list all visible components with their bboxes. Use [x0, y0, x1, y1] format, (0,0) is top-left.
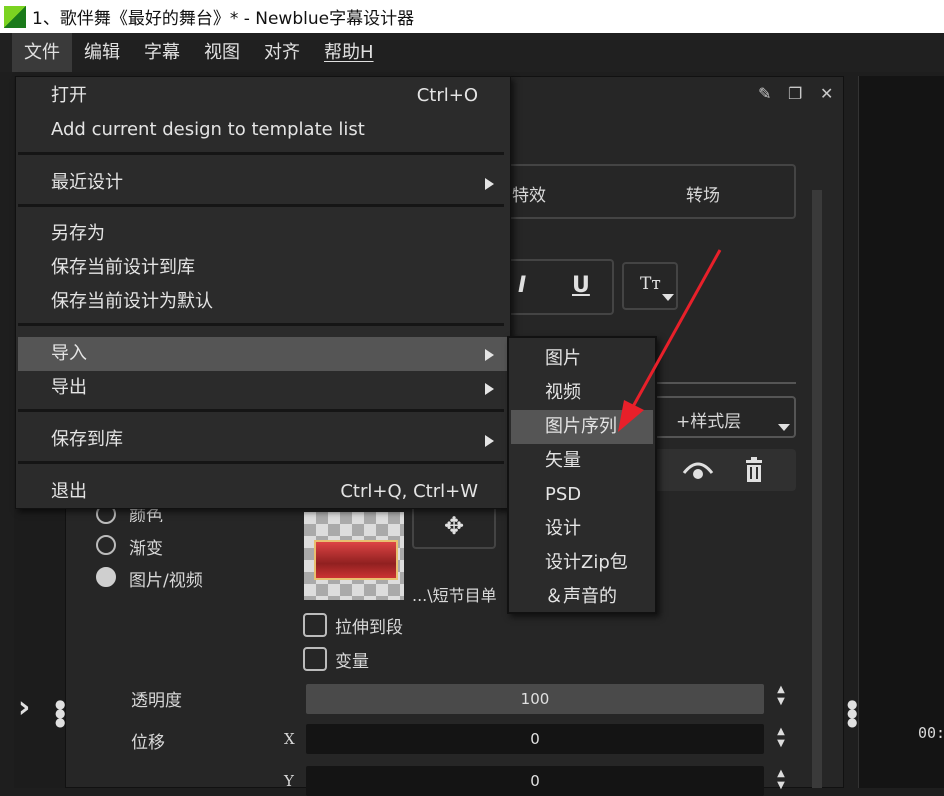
tab-transitions[interactable]: 转场: [686, 181, 720, 206]
y-label: Y: [284, 772, 294, 790]
menu-item-save-to-library-label: 保存到库: [51, 429, 123, 450]
menu-item-add-template[interactable]: Add current design to template list: [18, 113, 508, 147]
import-item-psd[interactable]: PSD: [511, 478, 653, 512]
left-grip-icon[interactable]: ● ● ●: [55, 698, 65, 728]
menu-item-open-label: 打开: [51, 85, 87, 106]
file-path-label: ...\短节目单: [412, 586, 497, 605]
menu-item-save-default-label: 保存当前设计为默认: [51, 291, 213, 312]
menu-item-exit-shortcut: Ctrl+Q, Ctrl+W: [340, 481, 478, 502]
y-spinner[interactable]: ▲ ▼: [774, 768, 788, 792]
move-button[interactable]: ✥: [412, 504, 496, 549]
chevron-down-icon: [778, 424, 790, 431]
trash-icon[interactable]: [744, 457, 764, 483]
variable-checkbox[interactable]: [303, 647, 327, 671]
stretch-checkbox-label: 拉伸到段: [335, 618, 403, 638]
menu-item-save-to-lib-label: 保存当前设计到库: [51, 257, 195, 278]
menu-view[interactable]: 视图: [192, 33, 252, 72]
effect-tabs: 特效 转场: [496, 164, 796, 219]
menu-item-save-as-label: 另存为: [51, 223, 105, 244]
menu-item-open-shortcut: Ctrl+O: [416, 85, 478, 106]
media-thumbnail[interactable]: [304, 512, 404, 600]
restore-icon[interactable]: ❐: [788, 84, 802, 103]
submenu-arrow-icon: [485, 435, 494, 447]
preview-pane: [858, 76, 944, 788]
opacity-label: 透明度: [131, 691, 182, 711]
menu-item-export[interactable]: 导出: [18, 371, 508, 405]
pin-icon[interactable]: ✎: [758, 84, 771, 103]
title-bar: 1、歌伴舞《最好的舞台》* - Newblue字幕设计器: [0, 0, 944, 33]
radio-gradient-label: 渐变: [129, 539, 163, 559]
menu-item-save-to-library[interactable]: 保存到库: [18, 423, 508, 457]
visibility-eye-icon[interactable]: [682, 459, 714, 481]
window-title: 1、歌伴舞《最好的舞台》* - Newblue字幕设计器: [32, 9, 415, 29]
menu-edit[interactable]: 编辑: [72, 33, 132, 72]
import-item-sound[interactable]: ＆声音的: [511, 580, 653, 614]
underline-button[interactable]: U: [572, 273, 590, 298]
format-button-group: I U: [496, 259, 614, 315]
submenu-arrow-icon: [485, 383, 494, 395]
annotation-arrow: [618, 249, 722, 432]
menu-item-import[interactable]: 导入: [18, 337, 508, 371]
submenu-arrow-icon: [485, 178, 494, 190]
offset-label: 位移: [131, 733, 165, 753]
right-grip-icon[interactable]: ● ● ●: [847, 698, 857, 728]
menu-item-save-to-lib[interactable]: 保存当前设计到库: [18, 251, 508, 285]
radio-image-video[interactable]: [96, 567, 116, 587]
radio-image-video-label: 图片/视频: [129, 571, 203, 591]
opacity-spinner[interactable]: ▲ ▼: [774, 684, 788, 708]
menu-item-save-as[interactable]: 另存为: [18, 217, 508, 251]
file-menu: 打开 Ctrl+O Add current design to template…: [15, 76, 511, 509]
menu-divider: [18, 409, 504, 412]
menu-item-exit[interactable]: 退出 Ctrl+Q, Ctrl+W: [18, 475, 508, 509]
menu-item-import-label: 导入: [51, 343, 87, 364]
menu-divider: [18, 204, 504, 207]
x-label: X: [284, 730, 295, 748]
menu-file[interactable]: 文件: [12, 33, 72, 72]
italic-button[interactable]: I: [518, 273, 526, 298]
opacity-slider[interactable]: 100: [306, 684, 764, 714]
tab-effects[interactable]: 特效: [512, 181, 546, 206]
menu-help[interactable]: 帮助H: [312, 33, 386, 72]
stretch-checkbox[interactable]: [303, 613, 327, 637]
import-item-design[interactable]: 设计: [511, 512, 653, 546]
menu-item-open[interactable]: 打开 Ctrl+O: [18, 79, 508, 113]
menu-item-recent[interactable]: 最近设计: [18, 166, 508, 200]
timecode: 00:: [918, 724, 944, 742]
close-icon[interactable]: ✕: [820, 84, 833, 103]
radio-gradient[interactable]: [96, 535, 116, 555]
menu-item-recent-label: 最近设计: [51, 172, 123, 193]
menu-divider: [18, 323, 504, 326]
import-item-vector[interactable]: 矢量: [511, 444, 653, 478]
submenu-arrow-icon: [485, 349, 494, 361]
menu-item-save-default[interactable]: 保存当前设计为默认: [18, 285, 508, 319]
expand-arrow-icon[interactable]: ›: [18, 690, 30, 725]
menu-item-add-template-label: Add current design to template list: [51, 119, 365, 140]
app-logo-icon: [4, 5, 26, 28]
menu-item-export-label: 导出: [51, 377, 87, 398]
x-spinner[interactable]: ▲ ▼: [774, 726, 788, 750]
thumbnail-image: [314, 540, 398, 580]
menu-divider: [18, 152, 504, 155]
menu-bar: 文件 编辑 字幕 视图 对齐 帮助H: [0, 33, 944, 72]
variable-checkbox-label: 变量: [335, 652, 369, 672]
menu-item-exit-label: 退出: [51, 481, 87, 502]
menu-align[interactable]: 对齐: [252, 33, 312, 72]
move-arrows-icon: ✥: [443, 512, 465, 540]
import-item-design-zip[interactable]: 设计Zip包: [511, 546, 653, 580]
menu-divider: [18, 461, 504, 464]
panel-scrollbar[interactable]: [812, 190, 822, 788]
menu-subtitle[interactable]: 字幕: [132, 33, 192, 72]
x-input[interactable]: 0: [306, 724, 764, 754]
y-input[interactable]: 0: [306, 766, 764, 796]
